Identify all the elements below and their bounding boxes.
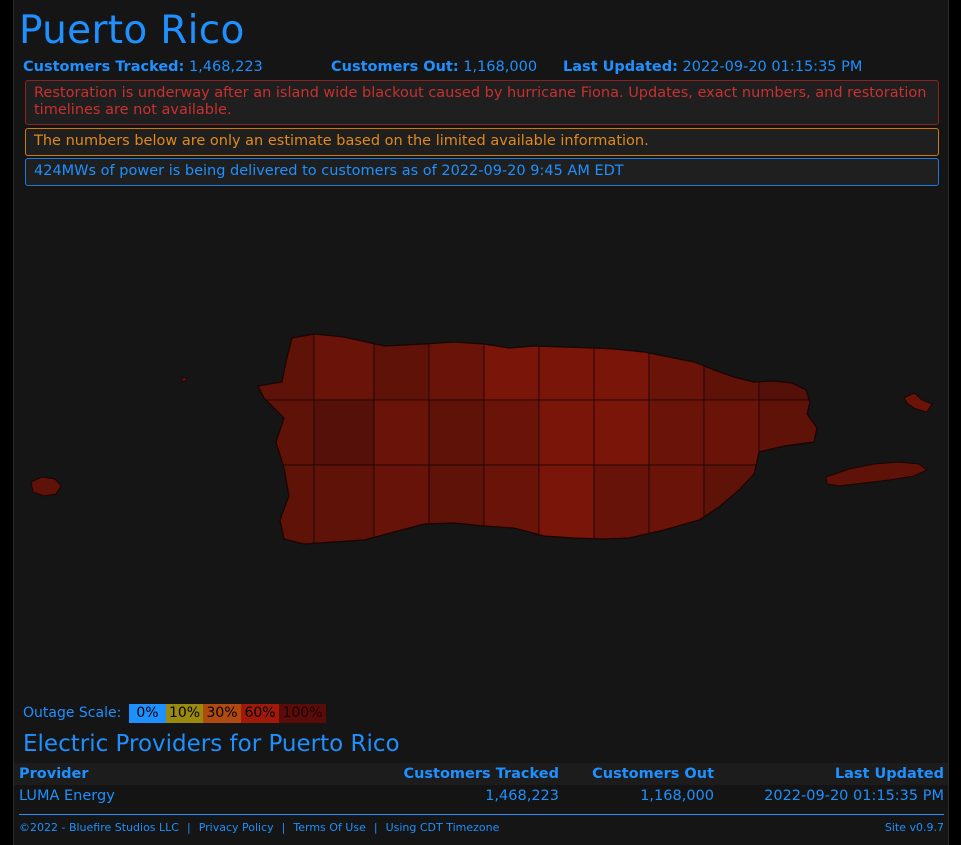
table-row: LUMA Energy 1,468,223 1,168,000 2022-09-… xyxy=(14,785,948,807)
culebra-island[interactable] xyxy=(903,392,933,413)
puerto-rico-map[interactable] xyxy=(14,190,948,700)
copyright-text: ©2022 - Bluefire Studios LLC xyxy=(19,821,179,834)
municipality-region[interactable] xyxy=(593,399,650,466)
customers-out-label: Customers Out: xyxy=(331,59,459,75)
footer-links: ©2022 - Bluefire Studios LLC | Privacy Pol… xyxy=(19,821,499,834)
timezone-link[interactable]: Using CDT Timezone xyxy=(386,821,500,834)
customers-tracked-value: 1,468,223 xyxy=(188,59,263,75)
header-customers-tracked: Customers Tracked xyxy=(403,766,559,782)
main-island[interactable] xyxy=(254,330,819,550)
header-customers-out: Customers Out xyxy=(592,766,714,782)
customers-tracked-stat: Customers Tracked: 1,468,223 xyxy=(23,59,263,75)
municipality-region[interactable] xyxy=(373,464,430,550)
cell-customers-tracked: 1,468,223 xyxy=(485,788,559,804)
table-header-row: Provider Customers Tracked Customers Out… xyxy=(14,763,948,785)
last-updated-label: Last Updated: xyxy=(563,59,678,75)
municipality-region[interactable] xyxy=(428,330,485,401)
customers-out-stat: Customers Out: 1,168,000 xyxy=(331,59,537,75)
municipality-region[interactable] xyxy=(483,399,540,466)
municipality-region[interactable] xyxy=(483,330,540,401)
header-provider: Provider xyxy=(19,766,89,782)
outage-scale-label: Outage Scale: xyxy=(23,705,122,721)
cell-provider: LUMA Energy xyxy=(19,788,115,804)
municipality-region[interactable] xyxy=(758,399,819,466)
scale-swatch-0: 0% xyxy=(129,704,166,723)
summary-stats: Customers Tracked: 1,468,223 Customers O… xyxy=(23,59,948,77)
providers-table: Provider Customers Tracked Customers Out… xyxy=(14,763,948,807)
providers-title: Electric Providers for Puerto Rico xyxy=(23,731,400,757)
vieques-island[interactable] xyxy=(825,461,928,487)
customers-tracked-label: Customers Tracked: xyxy=(23,59,185,75)
municipality-region[interactable] xyxy=(254,399,315,466)
estimate-warning: The numbers below are only an estimate b… xyxy=(25,128,939,156)
municipality-region[interactable] xyxy=(593,464,650,550)
header-last-updated: Last Updated xyxy=(834,766,944,782)
municipality-region[interactable] xyxy=(313,464,375,550)
cell-customers-out: 1,168,000 xyxy=(640,788,714,804)
last-updated-value: 2022-09-20 01:15:35 PM xyxy=(682,59,863,75)
outage-map[interactable] xyxy=(14,190,948,700)
site-version: Site v0.9.7 xyxy=(884,821,944,834)
municipality-region[interactable] xyxy=(373,330,430,401)
page: Puerto Rico Customers Tracked: 1,468,223… xyxy=(13,0,949,845)
municipality-region[interactable] xyxy=(313,330,375,401)
privacy-policy-link[interactable]: Privacy Policy xyxy=(199,821,274,834)
footer-separator: | xyxy=(373,821,378,834)
scale-swatch-60: 60% xyxy=(241,704,279,723)
municipality-region[interactable] xyxy=(703,399,760,466)
municipality-region[interactable] xyxy=(538,399,595,466)
municipality-region[interactable] xyxy=(373,399,430,466)
footer: ©2022 - Bluefire Studios LLC | Privacy Pol… xyxy=(19,814,944,839)
footer-separator: | xyxy=(281,821,286,834)
municipality-region[interactable] xyxy=(648,330,705,401)
municipality-region[interactable] xyxy=(648,464,705,550)
last-updated-stat: Last Updated: 2022-09-20 01:15:35 PM xyxy=(563,59,862,75)
municipality-region[interactable] xyxy=(703,330,760,401)
municipality-region[interactable] xyxy=(648,399,705,466)
scale-swatch-30: 30% xyxy=(203,704,241,723)
municipality-region[interactable] xyxy=(254,330,315,401)
mona-island[interactable] xyxy=(30,476,62,497)
terms-of-use-link[interactable]: Terms Of Use xyxy=(293,821,365,834)
page-title: Puerto Rico xyxy=(19,8,245,53)
footer-separator: | xyxy=(186,821,191,834)
desecheo-island[interactable] xyxy=(180,376,188,383)
municipality-region[interactable] xyxy=(758,330,819,401)
municipality-region[interactable] xyxy=(593,330,650,401)
customers-out-value: 1,168,000 xyxy=(463,59,538,75)
cell-last-updated: 2022-09-20 01:15:35 PM xyxy=(764,788,944,804)
blackout-alert: Restoration is underway after an island … xyxy=(25,80,939,125)
municipality-region[interactable] xyxy=(483,464,540,550)
power-delivery-info: 424MWs of power is being delivered to cu… xyxy=(25,158,939,186)
municipality-region[interactable] xyxy=(313,399,375,466)
municipality-regions[interactable] xyxy=(254,330,819,550)
municipality-region[interactable] xyxy=(538,330,595,401)
scale-swatch-10: 10% xyxy=(166,704,203,723)
scale-swatch-100: 100% xyxy=(279,704,326,723)
municipality-region[interactable] xyxy=(758,464,819,550)
municipality-region[interactable] xyxy=(428,399,485,466)
municipality-region[interactable] xyxy=(428,464,485,550)
